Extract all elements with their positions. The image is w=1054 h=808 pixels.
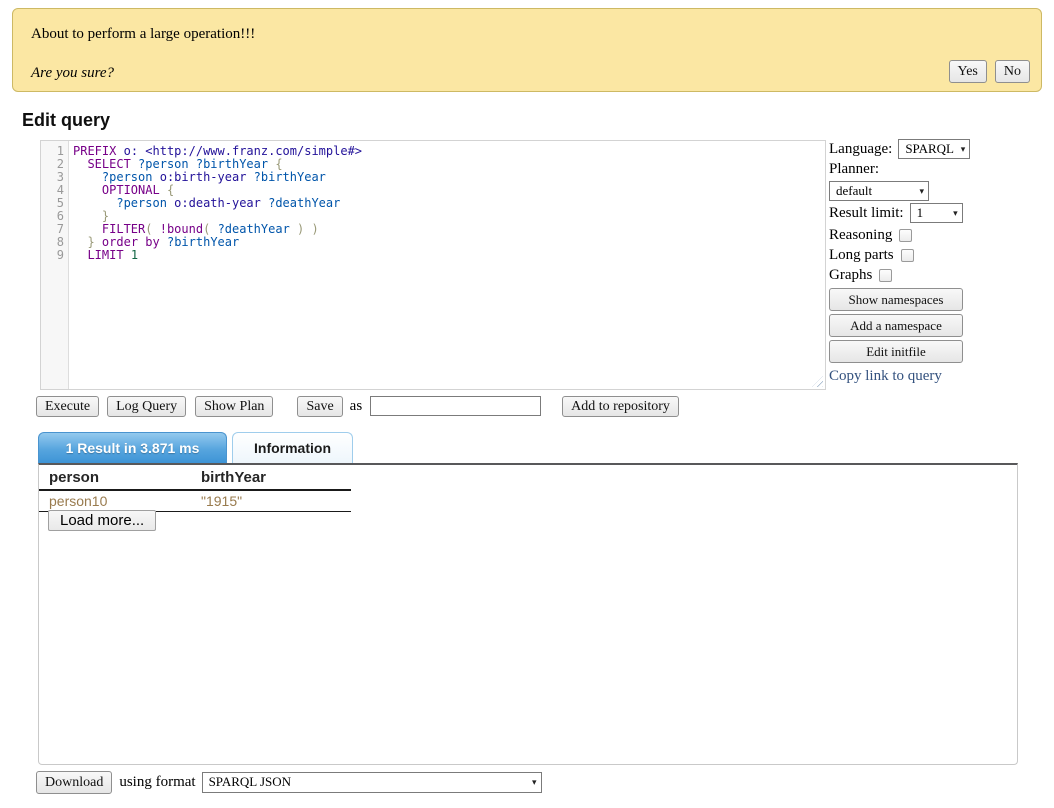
planner-label: Planner: [829, 161, 1053, 178]
results-table: personbirthYear person10"1915" [39, 465, 351, 512]
line-number: 9 [41, 249, 64, 262]
log-query-button[interactable]: Log Query [107, 396, 186, 417]
result-limit-value: 1 [917, 205, 924, 221]
warning-message: About to perform a large operation!!! [31, 26, 255, 43]
chevron-down-icon: ▾ [919, 186, 924, 197]
chevron-down-icon: ▾ [961, 144, 966, 155]
result-limit-select[interactable]: 1 ▾ [910, 203, 963, 223]
results-body: person10"1915" [39, 490, 351, 512]
save-button[interactable]: Save [297, 396, 342, 417]
code-line[interactable]: ?person o:birth-year ?birthYear [73, 171, 825, 184]
language-select[interactable]: SPARQL ▾ [898, 139, 970, 159]
planner-value: default [836, 183, 872, 199]
format-value: SPARQL JSON [209, 774, 292, 790]
reasoning-checkbox[interactable] [899, 229, 912, 242]
page-title: Edit query [22, 110, 110, 131]
download-button[interactable]: Download [36, 771, 112, 794]
planner-row: default ▾ [829, 181, 1053, 201]
confirm-buttons: Yes No [949, 60, 1031, 83]
yes-button[interactable]: Yes [949, 60, 987, 83]
chevron-down-icon: ▾ [532, 777, 537, 788]
no-button[interactable]: No [995, 60, 1030, 83]
download-bar: Download using format SPARQL JSON ▾ [36, 771, 542, 793]
language-row: Language: SPARQL ▾ [829, 139, 1053, 159]
code-line[interactable]: ?person o:death-year ?deathYear [73, 197, 825, 210]
line-number-gutter: 123456789 [41, 141, 69, 389]
reasoning-row: Reasoning [829, 227, 1053, 244]
literal-value[interactable]: "1915" [191, 490, 351, 512]
tab-results[interactable]: 1 Result in 3.871 ms [38, 432, 227, 463]
show-plan-button[interactable]: Show Plan [195, 396, 273, 417]
code-lines[interactable]: PREFIX o: <http://www.franz.com/simple#>… [69, 141, 825, 389]
add-to-repository-button[interactable]: Add to repository [562, 396, 679, 417]
reasoning-label: Reasoning [829, 227, 892, 244]
column-header: person [39, 465, 191, 490]
code-line[interactable]: } order by ?birthYear [73, 236, 825, 249]
results-panel: personbirthYear person10"1915" Load more… [38, 463, 1018, 765]
long-parts-row: Long parts [829, 247, 1053, 264]
show-namespaces-button[interactable]: Show namespaces [829, 288, 963, 311]
planner-select[interactable]: default ▾ [829, 181, 929, 201]
using-format-label: using format [119, 774, 195, 791]
language-label: Language: [829, 141, 892, 158]
long-parts-checkbox[interactable] [901, 249, 914, 262]
results-tabbar: 1 Result in 3.871 ms Information [38, 432, 353, 463]
namespace-buttons: Show namespaces Add a namespace Edit ini… [829, 288, 1053, 363]
column-header: birthYear [191, 465, 351, 490]
execute-button[interactable]: Execute [36, 396, 99, 417]
editor-toolbar: Execute Log Query Show Plan Save as Add … [36, 395, 679, 417]
chevron-down-icon: ▾ [953, 208, 958, 219]
warning-banner: About to perform a large operation!!! Ar… [12, 8, 1042, 92]
tab-information[interactable]: Information [232, 432, 353, 463]
code-line[interactable]: LIMIT 1 [73, 249, 825, 262]
long-parts-label: Long parts [829, 247, 894, 264]
confirm-question: Are you sure? [31, 65, 114, 82]
result-limit-label: Result limit: [829, 205, 904, 222]
edit-initfile-button[interactable]: Edit initfile [829, 340, 963, 363]
table-row: person10"1915" [39, 490, 351, 512]
load-more-button[interactable]: Load more... [48, 510, 156, 531]
resource-link[interactable]: person10 [39, 490, 191, 512]
query-editor[interactable]: 123456789 PREFIX o: <http://www.franz.co… [40, 140, 826, 390]
copy-link-to-query[interactable]: Copy link to query [829, 368, 942, 385]
result-limit-row: Result limit: 1 ▾ [829, 203, 1053, 223]
add-namespace-button[interactable]: Add a namespace [829, 314, 963, 337]
graphs-row: Graphs [829, 267, 1053, 284]
format-select[interactable]: SPARQL JSON ▾ [202, 772, 542, 793]
graphs-checkbox[interactable] [879, 269, 892, 282]
graphs-label: Graphs [829, 267, 872, 284]
query-options-panel: Language: SPARQL ▾ Planner: default ▾ Re… [829, 139, 1053, 385]
save-name-input[interactable] [370, 396, 541, 416]
results-header-row: personbirthYear [39, 465, 351, 490]
language-value: SPARQL [905, 141, 954, 157]
save-as-label: as [350, 398, 363, 415]
